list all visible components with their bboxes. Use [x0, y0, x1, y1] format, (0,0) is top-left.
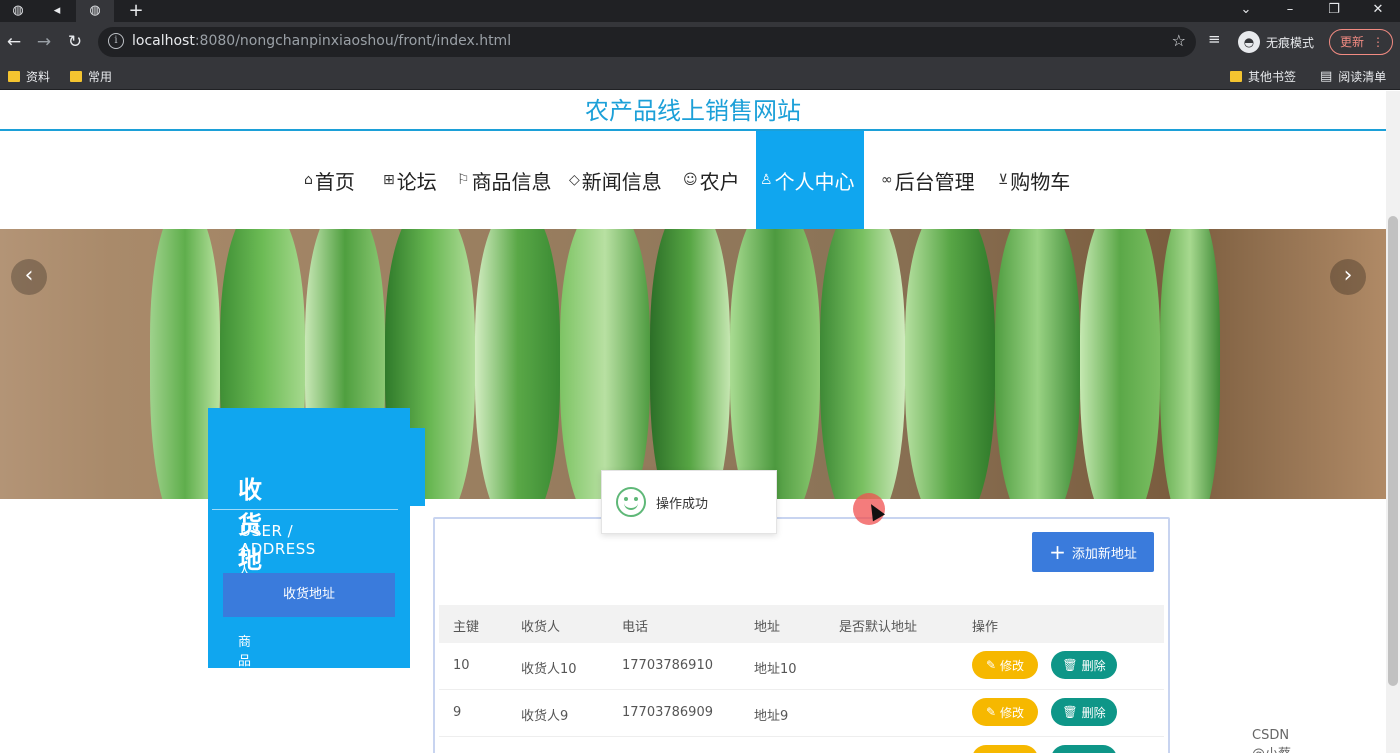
- table-cell-id: 10: [453, 658, 470, 673]
- restore-button[interactable]: ❐: [1314, 0, 1354, 22]
- toast-notification: 操作成功: [601, 470, 777, 534]
- reading-list[interactable]: ▤ 阅读清单: [1320, 66, 1386, 86]
- nav-news[interactable]: ◇ 新闻信息: [563, 131, 668, 229]
- sidebar-item-orders[interactable]: 商品订单: [238, 631, 251, 707]
- reading-list-icon: ▤: [1320, 68, 1333, 84]
- column-header: 主键: [453, 620, 480, 635]
- add-address-button[interactable]: + 添加新地址: [1032, 532, 1154, 572]
- forward-button[interactable]: →: [32, 30, 56, 54]
- browser-toolbar: ← → ↻ i localhost:8080/nongchanpinxiaosh…: [0, 22, 1400, 62]
- nav-products[interactable]: ⚐ 商品信息: [451, 131, 558, 229]
- back-button[interactable]: ←: [2, 30, 26, 54]
- delete-button[interactable]: [1051, 745, 1117, 753]
- globe-icon[interactable]: ◍: [9, 2, 27, 20]
- minimize-button[interactable]: –: [1270, 0, 1310, 22]
- close-window-button[interactable]: ✕: [1358, 0, 1398, 22]
- speaker-icon[interactable]: ◂: [48, 2, 66, 20]
- nav-farmers[interactable]: ☺ 农户: [677, 131, 746, 229]
- active-tab[interactable]: ◍: [76, 0, 114, 22]
- user-icon: ♙: [760, 172, 773, 188]
- delete-button[interactable]: 🗑 删除: [1051, 698, 1117, 726]
- table-cell-name: 收货人9: [521, 709, 569, 724]
- table-cell-name: 收货人10: [521, 662, 577, 677]
- smile-icon: [616, 487, 646, 517]
- sidebar-divider: [212, 509, 398, 510]
- site-info-icon[interactable]: i: [108, 33, 124, 49]
- row-divider: [439, 689, 1164, 690]
- page-scrollbar[interactable]: [1386, 91, 1400, 753]
- bookmark-star-icon[interactable]: ☆: [1172, 31, 1186, 50]
- pencil-icon: ✎: [985, 705, 997, 719]
- other-bookmarks[interactable]: 其他书签: [1230, 66, 1296, 86]
- scrollbar-thumb[interactable]: [1388, 216, 1398, 686]
- site-title: 农产品线上销售网站: [0, 91, 1386, 131]
- url-text[interactable]: localhost:8080/nongchanpinxiaoshou/front…: [132, 33, 511, 49]
- nav-forum[interactable]: ⊞ 论坛: [377, 131, 443, 229]
- tab-search-icon[interactable]: ⌄: [1226, 0, 1266, 22]
- link-icon: ∞: [881, 172, 893, 188]
- pencil-icon: ✎: [985, 658, 997, 672]
- nav-home[interactable]: ⌂ 首页: [298, 131, 361, 229]
- table-cell-address: 地址10: [754, 662, 797, 677]
- sidebar-subtitle-en: USER / ADDRESS: [240, 522, 316, 558]
- globe-icon: ◍: [89, 3, 101, 18]
- folder-icon: [70, 70, 82, 82]
- table-cell-phone: 17703786909: [622, 705, 713, 720]
- row-divider: [439, 736, 1164, 737]
- nav-admin[interactable]: ∞ 后台管理: [875, 131, 981, 229]
- delete-button[interactable]: 🗑 删除: [1051, 651, 1117, 679]
- nav-personal-center[interactable]: ♙ 个人中心: [756, 131, 864, 229]
- gift-icon: ⊞: [383, 172, 395, 188]
- address-bar[interactable]: i localhost:8080/nongchanpinxiaoshou/fro…: [98, 27, 1196, 57]
- bookmark-folder[interactable]: 常用: [70, 66, 112, 86]
- flag-icon: ⚐: [457, 172, 470, 188]
- column-header: 是否默认地址: [839, 620, 918, 635]
- cart-icon: ⊻: [998, 172, 1009, 188]
- main-nav: ⌂ 首页 ⊞ 论坛 ⚐ 商品信息 ◇ 新闻信息 ☺ 农户 ♙ 个人中心 ∞ 后台管理 ⊻ 购物车: [0, 131, 1386, 229]
- watermark: CSDN @小蔡coding: [1252, 728, 1291, 753]
- folder-icon: [1230, 70, 1242, 82]
- toast-message: 操作成功: [656, 496, 709, 512]
- bookmarks-bar: 资料 常用 其他书签 ▤ 阅读清单: [0, 62, 1400, 90]
- update-button[interactable]: 更新 ⋮: [1329, 29, 1393, 55]
- table-cell-phone: 17703786910: [622, 658, 713, 673]
- new-tab-button[interactable]: +: [127, 2, 145, 20]
- carousel-prev-button[interactable]: ‹: [11, 259, 47, 295]
- bookmark-folder[interactable]: 资料: [8, 66, 50, 86]
- browser-tab-strip: ◍ ◂ ◍ + ⌄ – ❐ ✕: [0, 0, 1400, 22]
- plus-icon: +: [1049, 540, 1066, 564]
- sidebar-item-address[interactable]: 收货地址: [223, 573, 395, 617]
- carousel-next-button[interactable]: ›: [1330, 259, 1366, 295]
- media-control-icon[interactable]: ≡: [1208, 30, 1221, 48]
- column-header: 电话: [622, 620, 649, 635]
- face-icon: ☺: [683, 172, 698, 188]
- table-cell-id: 9: [453, 705, 462, 720]
- tag-icon: ◇: [569, 172, 580, 188]
- incognito-indicator[interactable]: ◓ 无痕模式: [1238, 30, 1314, 54]
- home-icon: ⌂: [304, 172, 313, 188]
- folder-icon: [8, 70, 20, 82]
- column-header: 操作: [972, 620, 999, 635]
- column-header: 地址: [754, 620, 781, 635]
- trash-icon: 🗑: [1062, 658, 1078, 672]
- column-header: 收货人: [521, 620, 561, 635]
- incognito-icon: ◓: [1238, 31, 1260, 53]
- trash-icon: 🗑: [1062, 705, 1078, 719]
- reload-button[interactable]: ↻: [63, 30, 87, 54]
- edit-button[interactable]: ✎ 修改: [972, 698, 1038, 726]
- web-page: 农产品线上销售网站 ⌂ 首页 ⊞ 论坛 ⚐ 商品信息 ◇ 新闻信息 ☺ 农户 ♙ 个人中心 …: [0, 91, 1386, 753]
- nav-cart[interactable]: ⊻ 购物车: [992, 131, 1076, 229]
- edit-button[interactable]: [972, 745, 1038, 753]
- table-cell-address: 地址9: [754, 709, 789, 724]
- edit-button[interactable]: ✎ 修改: [972, 651, 1038, 679]
